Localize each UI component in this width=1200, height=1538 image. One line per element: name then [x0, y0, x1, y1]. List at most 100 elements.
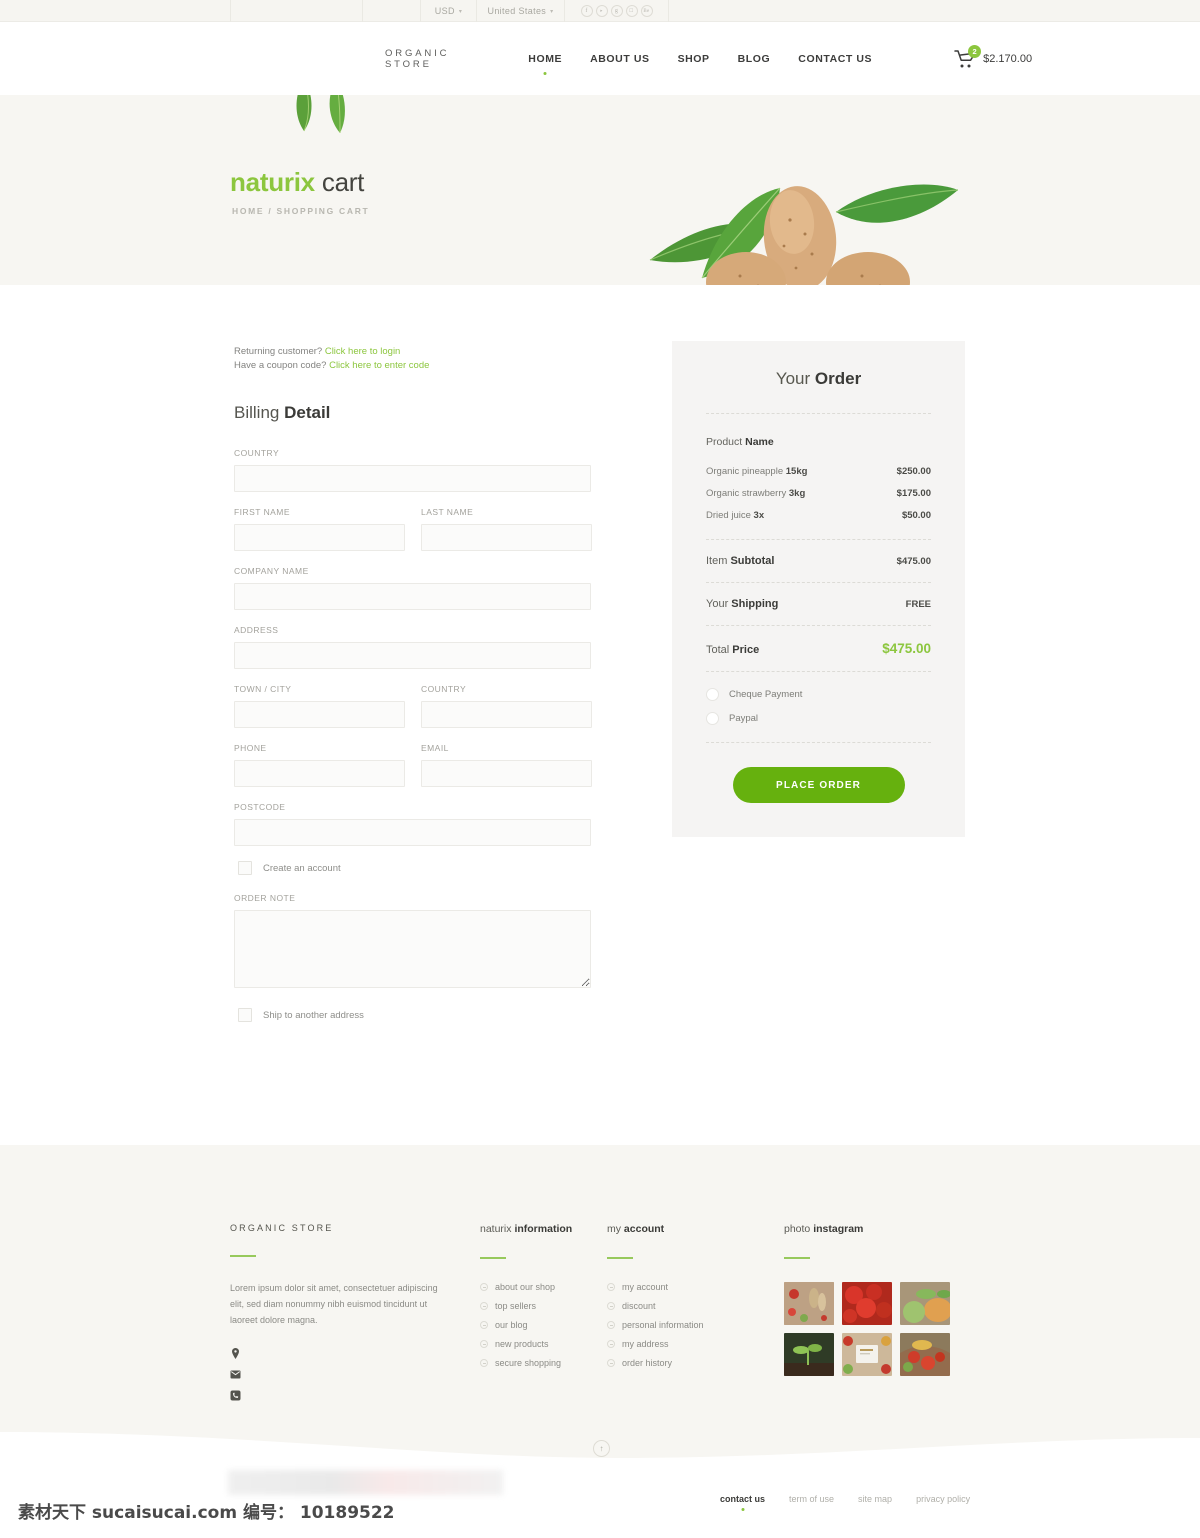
order-item-name: Organic pineapple 15kg: [706, 466, 807, 477]
order-summary-heading: Your Order: [706, 369, 931, 389]
page-hero: naturix cart HOME / SHOPPING CART: [0, 95, 1200, 285]
instagram-photo-ripe-tomatoes[interactable]: [842, 1282, 892, 1325]
input-country-top[interactable]: [234, 465, 591, 492]
footer-link-personal-information[interactable]: personal information: [607, 1320, 784, 1330]
input-postcode[interactable]: [234, 819, 591, 846]
instagram-photo-seedling-in-soil[interactable]: [784, 1333, 834, 1376]
footer-link-our-blog[interactable]: our blog: [480, 1320, 607, 1330]
footer-link-top-sellers[interactable]: top sellers: [480, 1301, 607, 1311]
arrow-up-circle-icon: ↑: [599, 1444, 604, 1453]
page-root: USD ▾ United States ▾ f ‣ g □ Be ORGANIC…: [0, 0, 1200, 1538]
instagram-photo-pumpkin-and-cabbage[interactable]: [900, 1282, 950, 1325]
behance-icon[interactable]: Be: [640, 5, 653, 17]
login-link[interactable]: Click here to login: [325, 346, 401, 357]
bottom-link-contact-us[interactable]: contact us: [720, 1494, 765, 1504]
currency-selector[interactable]: USD ▾: [420, 0, 476, 22]
order-item-price: $175.00: [896, 488, 931, 499]
field-row-phone-email: PHONE EMAIL: [234, 743, 592, 787]
footer-contact-icons: [230, 1346, 480, 1401]
field-row-town-country: TOWN / CITY COUNTRY: [234, 684, 592, 728]
footer-link-secure-shopping[interactable]: secure shopping: [480, 1358, 607, 1368]
instagram-photo-basket-of-vegetables[interactable]: [900, 1333, 950, 1376]
field-country-top: COUNTRY: [234, 448, 591, 492]
input-email[interactable]: [421, 760, 592, 787]
total-price-value: $475.00: [882, 641, 931, 656]
coupon-link[interactable]: Click here to enter code: [329, 360, 429, 371]
field-company-name: COMPANY NAME: [234, 566, 591, 610]
billing-form: COUNTRY FIRST NAME LAST NAME COMPANY NAM…: [234, 448, 592, 1022]
footer-column-instagram: photo instagram: [784, 1223, 974, 1399]
input-first-name[interactable]: [234, 524, 405, 551]
bottom-link-privacy-policy[interactable]: privacy policy: [916, 1494, 970, 1504]
nav-item-contact-us[interactable]: CONTACT US: [784, 53, 886, 65]
ship-other-address-checkbox[interactable]: [238, 1008, 252, 1022]
label-first-name: FIRST NAME: [234, 507, 290, 517]
envelope-icon[interactable]: [230, 1367, 241, 1379]
cart-total-amount: $2.170.00: [983, 52, 1033, 65]
phone-icon[interactable]: [230, 1388, 241, 1401]
input-country-bottom[interactable]: [421, 701, 592, 728]
facebook-icon[interactable]: f: [580, 5, 593, 17]
nav-item-shop[interactable]: SHOP: [664, 53, 724, 65]
input-order-note[interactable]: [234, 910, 591, 988]
footer-link-discount[interactable]: discount: [607, 1301, 784, 1311]
bullet-icon: [480, 1359, 488, 1367]
order-heading-light: Your: [775, 369, 815, 388]
shipping-value: FREE: [905, 599, 931, 610]
footer-link-my-address[interactable]: my address: [607, 1339, 784, 1349]
product-header-light: Product: [706, 436, 746, 448]
instagram-photo-vegetables-frame-with-card[interactable]: [842, 1333, 892, 1376]
social-links: f ‣ g □ Be: [564, 0, 668, 22]
ship-other-address-checkbox-row[interactable]: Ship to another address: [238, 1008, 591, 1022]
footer-link-new-products[interactable]: new products: [480, 1339, 607, 1349]
nav-item-blog[interactable]: BLOG: [724, 53, 785, 65]
place-order-button[interactable]: PLACE ORDER: [732, 767, 905, 803]
input-address[interactable]: [234, 642, 591, 669]
order-line-item: Dried juice 3x $50.00: [706, 510, 931, 521]
payment-option-cheque[interactable]: Cheque Payment: [706, 688, 931, 701]
location-pin-icon[interactable]: [230, 1346, 241, 1359]
radio-paypal[interactable]: [706, 712, 719, 725]
create-account-checkbox-row[interactable]: Create an account: [238, 861, 591, 875]
payment-option-paypal[interactable]: Paypal: [706, 712, 931, 725]
payment-label-paypal: Paypal: [729, 713, 759, 724]
order-item-title: Organic strawberry: [706, 488, 789, 499]
country-selector[interactable]: United States ▾: [476, 0, 564, 22]
cart-widget[interactable]: 2 $2.170.00: [954, 44, 1033, 69]
instagram-icon[interactable]: □: [625, 5, 638, 17]
label-order-note: ORDER NOTE: [234, 893, 296, 903]
field-country-bottom: COUNTRY: [421, 684, 592, 728]
footer-link-order-history[interactable]: order history: [607, 1358, 784, 1368]
input-company-name[interactable]: [234, 583, 591, 610]
bottom-link-site-map[interactable]: site map: [858, 1494, 892, 1504]
radio-cheque-payment[interactable]: [706, 688, 719, 701]
bullet-icon: [607, 1340, 615, 1348]
nav-item-home[interactable]: HOME: [514, 53, 576, 65]
create-account-checkbox[interactable]: [238, 861, 252, 875]
label-address: ADDRESS: [234, 625, 279, 635]
order-line-item: Organic pineapple 15kg $250.00: [706, 466, 931, 477]
order-item-name: Dried juice 3x: [706, 510, 764, 521]
input-town-city[interactable]: [234, 701, 405, 728]
scroll-to-top-button[interactable]: ↑: [593, 1440, 610, 1457]
coupon-text: Have a coupon code?: [234, 360, 330, 371]
returning-customer-text: Returning customer?: [234, 346, 325, 357]
divider: [706, 413, 931, 414]
nav-item-about-us[interactable]: ABOUT US: [576, 53, 663, 65]
field-postcode: POSTCODE: [234, 802, 591, 846]
footer-link-about-our-shop[interactable]: about our shop: [480, 1282, 607, 1292]
bullet-icon: [607, 1321, 615, 1329]
field-last-name: LAST NAME: [421, 507, 592, 551]
footer-information-title: naturix information: [480, 1223, 573, 1235]
google-plus-icon[interactable]: g: [610, 5, 623, 17]
input-phone[interactable]: [234, 760, 405, 787]
site-logo[interactable]: ORGANIC STORE: [385, 48, 449, 70]
input-last-name[interactable]: [421, 524, 592, 551]
shopping-cart-icon: 2: [954, 44, 982, 69]
twitter-icon[interactable]: ‣: [595, 5, 608, 17]
billing-heading-bold: Detail: [284, 403, 331, 422]
instagram-photo-vegetables-on-wood[interactable]: [784, 1282, 834, 1325]
bottom-links: contact us term of use site map privacy …: [720, 1494, 970, 1504]
footer-link-my-account[interactable]: my account: [607, 1282, 784, 1292]
bottom-link-term-of-use[interactable]: term of use: [789, 1494, 834, 1504]
